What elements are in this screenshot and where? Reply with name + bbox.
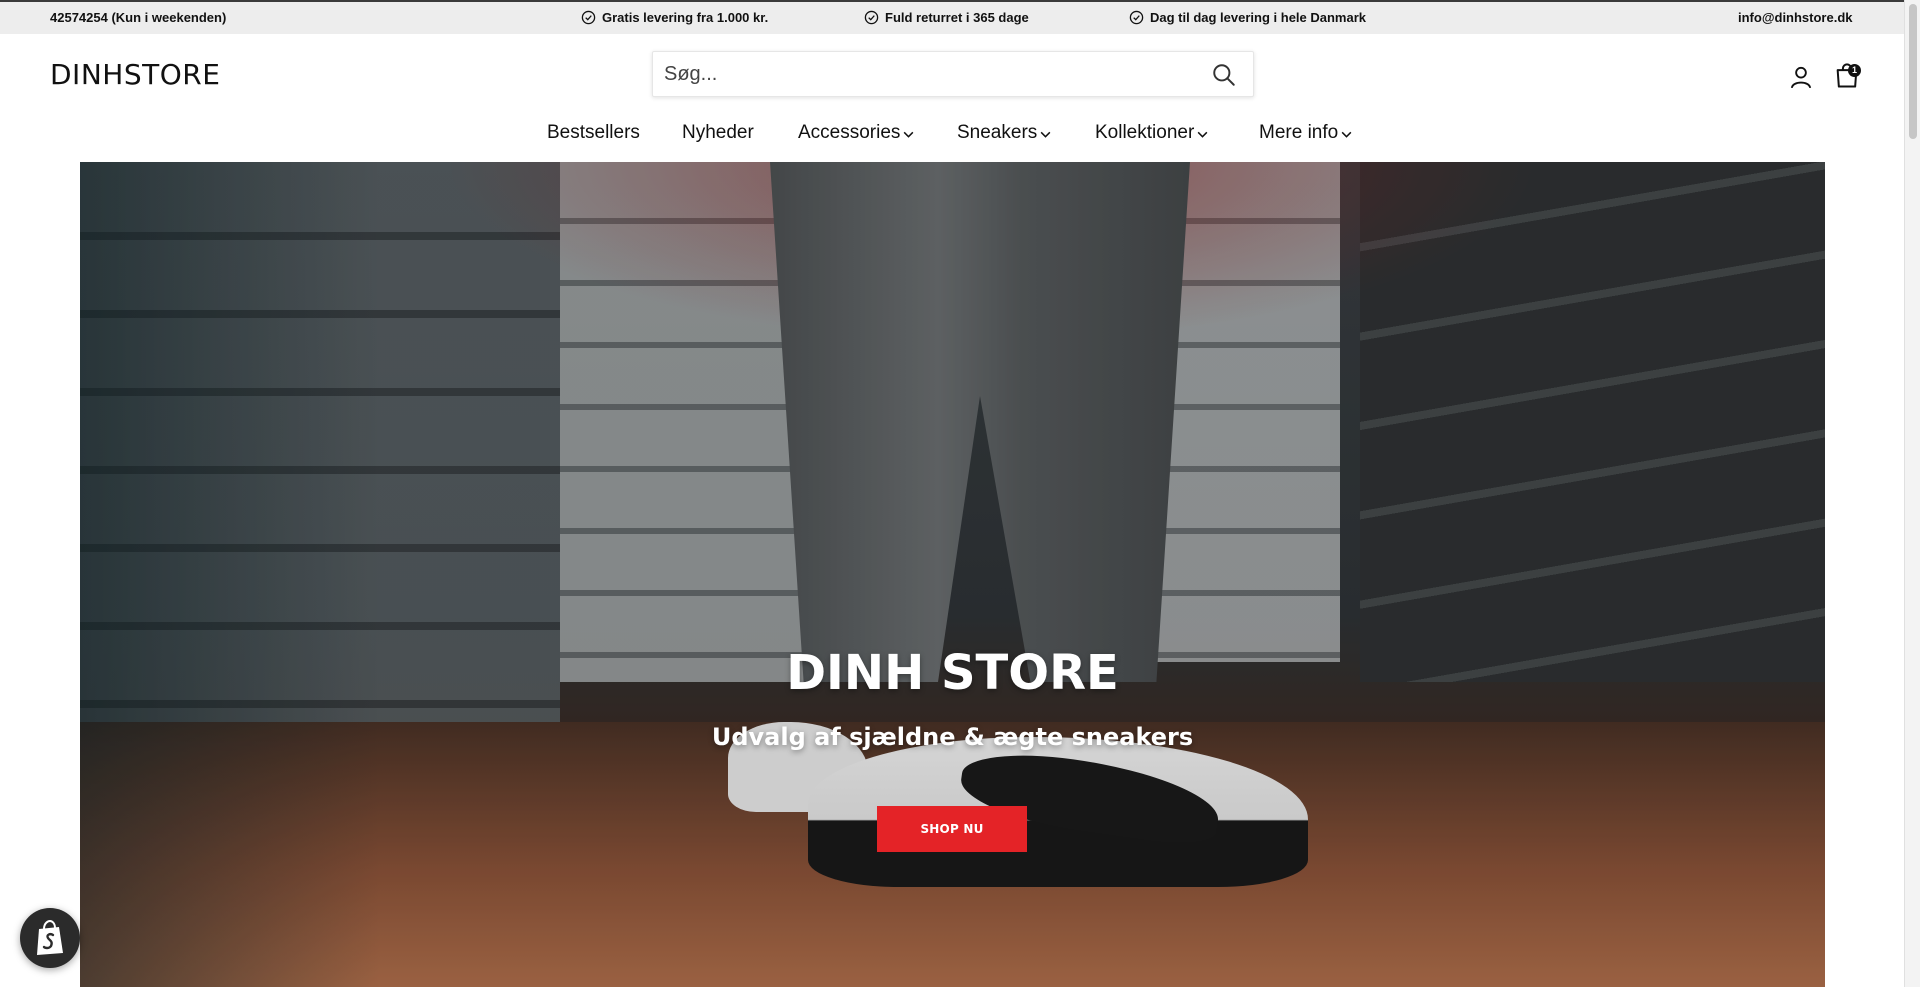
nav-item-label: Sneakers [957, 122, 1038, 143]
shop-now-button[interactable]: SHOP NU [877, 806, 1027, 852]
chevron-down-icon [904, 131, 914, 138]
check-circle-icon [1129, 10, 1144, 25]
chevron-down-icon [1040, 131, 1051, 138]
store-logo[interactable]: DINHSTORE [50, 58, 220, 91]
main-navigation: Bestsellers Nyheder Accessories Sneakers… [0, 116, 1904, 152]
search-bar [652, 51, 1254, 97]
perk-label: Dag til dag levering i hele Danmark [1150, 10, 1367, 25]
chevron-down-icon [1197, 131, 1208, 138]
shopify-badge[interactable] [20, 908, 80, 968]
phone-number[interactable]: 42574254 (Kun i weekenden) [50, 10, 226, 25]
nav-item-sneakers[interactable]: Sneakers [957, 122, 1052, 144]
perk-returns: Fuld returret i 365 dage [864, 10, 1029, 25]
perk-label: Gratis levering fra 1.000 kr. [602, 10, 769, 25]
nav-item-label: Accessories [798, 122, 901, 143]
page-scrollbar[interactable] [1904, 0, 1920, 987]
nav-item-kollektioner[interactable]: Kollektioner [1095, 122, 1209, 144]
check-circle-icon [581, 10, 596, 25]
hero-subtitle: Udvalg af sjældne & ægte sneakers [711, 723, 1194, 751]
nav-item-mere-info[interactable]: Mere info [1259, 122, 1353, 144]
hero-title: DINH STORE [786, 645, 1119, 701]
perk-label: Fuld returret i 365 dage [885, 10, 1029, 25]
hero-overlay [80, 162, 1825, 987]
hero-banner: DINH STORE Udvalg af sjældne & ægte snea… [80, 162, 1825, 987]
perk-next-day: Dag til dag levering i hele Danmark [1129, 10, 1366, 25]
nav-item-label: Mere info [1259, 122, 1339, 143]
search-input[interactable] [653, 52, 1193, 96]
site-header: DINHSTORE 1 Bestsellers Nyheder Accessor… [0, 34, 1904, 162]
cart-count-badge: 1 [1848, 64, 1861, 77]
nav-item-accessories[interactable]: Accessories [798, 122, 915, 144]
account-icon[interactable] [1788, 64, 1814, 90]
nav-item-bestsellers[interactable]: Bestsellers [547, 122, 640, 144]
shopify-bag-icon [37, 919, 63, 955]
nav-item-nyheder[interactable]: Nyheder [682, 122, 754, 144]
nav-item-label: Nyheder [682, 122, 754, 143]
perk-free-delivery: Gratis levering fra 1.000 kr. [581, 10, 768, 25]
nav-item-label: Bestsellers [547, 122, 640, 143]
nav-item-label: Kollektioner [1095, 122, 1195, 143]
chevron-down-icon [1341, 131, 1352, 138]
email-link[interactable]: info@dinhstore.dk [1738, 10, 1853, 25]
check-circle-icon [864, 10, 879, 25]
scrollbar-thumb[interactable] [1909, 4, 1917, 139]
search-icon[interactable] [1211, 62, 1237, 88]
announcement-bar: 42574254 (Kun i weekenden) Gratis leveri… [0, 0, 1904, 34]
